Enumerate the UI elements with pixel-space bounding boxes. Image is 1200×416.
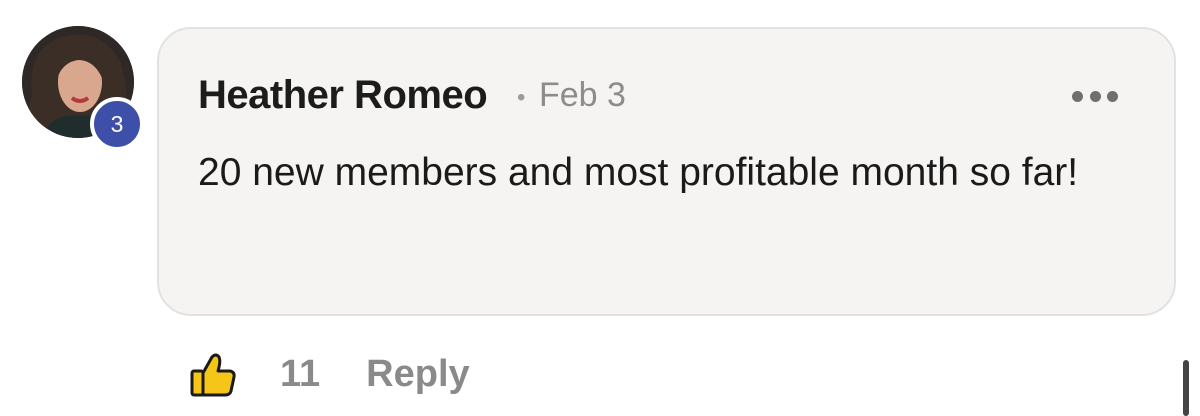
comment-card: Heather Romeo • Feb 3 20 new members and… bbox=[157, 27, 1176, 316]
level-badge: 3 bbox=[90, 97, 144, 151]
author-name[interactable]: Heather Romeo bbox=[198, 73, 488, 118]
thumbs-up-icon[interactable] bbox=[188, 349, 238, 399]
scrollbar[interactable] bbox=[1183, 360, 1189, 416]
like-count: 11 bbox=[280, 352, 321, 395]
comment-date: Feb 3 bbox=[539, 76, 626, 114]
meta-separator: • bbox=[517, 84, 526, 111]
comment-text: 20 new members and most profitable month… bbox=[198, 151, 1079, 194]
more-options-icon[interactable] bbox=[1072, 89, 1118, 103]
reply-button[interactable]: Reply bbox=[366, 353, 469, 396]
comment-actions: 11 Reply bbox=[188, 346, 470, 402]
